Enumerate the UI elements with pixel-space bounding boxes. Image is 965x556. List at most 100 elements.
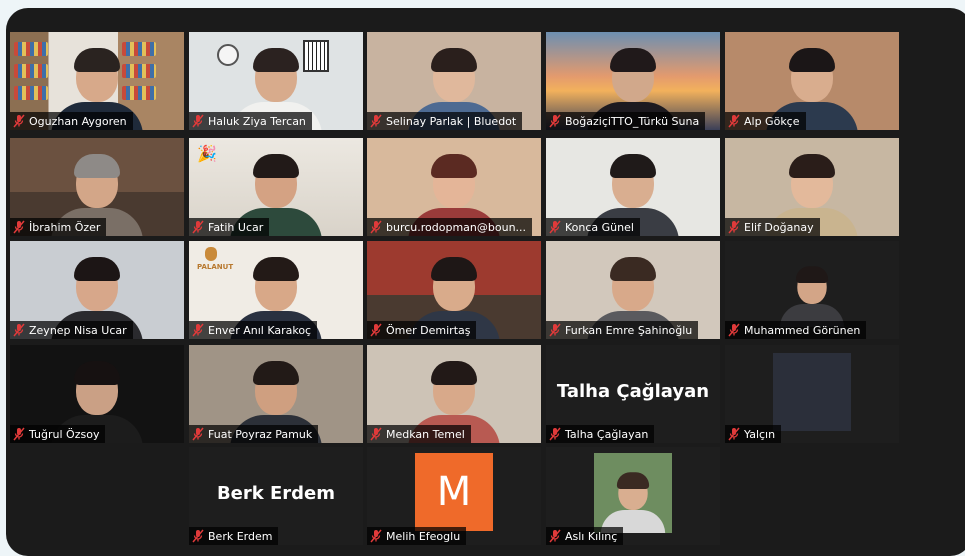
- participant-name-tag: Berk Erdem: [189, 527, 279, 545]
- participant-name-tag: Medkan Temel: [367, 425, 471, 443]
- participant-name: BoğaziçiTTO_Türkü Suna: [565, 114, 700, 128]
- participant-name-tag: Enver Anıl Karakoç: [189, 321, 318, 339]
- muted-mic-icon: [370, 427, 382, 441]
- muted-mic-icon: [370, 220, 382, 234]
- muted-mic-icon: [192, 220, 204, 234]
- participant-name-tag: Oguzhan Aygoren: [10, 112, 133, 130]
- muted-mic-icon: [192, 114, 204, 128]
- muted-mic-icon: [549, 220, 561, 234]
- participant-name: Fuat Poyraz Pamuk: [208, 427, 313, 441]
- participant-tile[interactable]: BoğaziçiTTO_Türkü Suna: [546, 32, 720, 130]
- participant-tile[interactable]: Furkan Emre Şahinoğlu: [546, 241, 720, 339]
- participant-name: Alp Gökçe: [744, 114, 800, 128]
- bookshelf: [14, 86, 48, 100]
- avatar: M: [415, 453, 493, 531]
- participant-name: Elif Doğanay: [744, 220, 814, 234]
- participant-tile[interactable]: Tuğrul Özsoy: [10, 345, 184, 443]
- participant-name: Yalçın: [744, 427, 776, 441]
- muted-mic-icon: [13, 427, 25, 441]
- participant-tile[interactable]: Talha Çağlayan Talha Çağlayan: [546, 345, 720, 443]
- participant-name-tag: Haluk Ziya Tercan: [189, 112, 312, 130]
- video-thumbnail: [594, 453, 672, 533]
- participant-name-tag: Furkan Emre Şahinoğlu: [546, 321, 699, 339]
- participant-name-tag: burcu.rodopman@boun...: [367, 218, 533, 236]
- muted-mic-icon: [728, 427, 740, 441]
- participant-tile[interactable]: Aslı Kılınç: [546, 447, 720, 545]
- participant-name: Muhammed Görünen: [744, 323, 861, 337]
- participant-tile[interactable]: Fuat Poyraz Pamuk: [189, 345, 363, 443]
- participant-name-tag: Fuat Poyraz Pamuk: [189, 425, 319, 443]
- participant-tile[interactable]: Haluk Ziya Tercan: [189, 32, 363, 130]
- participant-tile[interactable]: burcu.rodopman@boun...: [367, 138, 541, 236]
- muted-mic-icon: [549, 323, 561, 337]
- acorn-icon: [205, 247, 217, 261]
- muted-mic-icon: [549, 427, 561, 441]
- participant-name-tag: Selinay Parlak | Bluedot: [367, 112, 523, 130]
- participant-figure: [779, 266, 845, 327]
- participant-name: burcu.rodopman@boun...: [386, 220, 527, 234]
- video-thumbnail: [773, 353, 851, 431]
- muted-mic-icon: [192, 323, 204, 337]
- participant-name: Ömer Demirtaş: [386, 323, 471, 337]
- video-call-window: Oguzhan Aygoren Haluk Ziya Tercan Selinay …: [6, 8, 965, 556]
- participant-name-tag: Elif Doğanay: [725, 218, 820, 236]
- participant-tile[interactable]: Selinay Parlak | Bluedot: [367, 32, 541, 130]
- muted-mic-icon: [370, 114, 382, 128]
- participant-tile[interactable]: Ömer Demirtaş: [367, 241, 541, 339]
- participant-display-name: Talha Çağlayan: [556, 381, 710, 402]
- participant-tile[interactable]: 🎉 Fatih Ucar: [189, 138, 363, 236]
- participant-name-tag: Aslı Kılınç: [546, 527, 624, 545]
- party-popper-icon: 🎉: [197, 144, 217, 163]
- participant-name-tag: Yalçın: [725, 425, 782, 443]
- participant-name: Melih Efeoglu: [386, 529, 461, 543]
- muted-mic-icon: [728, 114, 740, 128]
- participant-tile[interactable]: Elif Doğanay: [725, 138, 899, 236]
- participant-name-tag: BoğaziçiTTO_Türkü Suna: [546, 112, 706, 130]
- participant-figure: [600, 472, 666, 533]
- participant-tile[interactable]: Oguzhan Aygoren: [10, 32, 184, 130]
- participant-tile[interactable]: Muhammed Görünen: [725, 241, 899, 339]
- muted-mic-icon: [549, 114, 561, 128]
- participant-name: Talha Çağlayan: [565, 427, 649, 441]
- participant-name-tag: Tuğrul Özsoy: [10, 425, 106, 443]
- muted-mic-icon: [13, 323, 25, 337]
- muted-mic-icon: [728, 220, 740, 234]
- participant-name: Konca Günel: [565, 220, 634, 234]
- participant-name: Tuğrul Özsoy: [29, 427, 100, 441]
- participant-tile[interactable]: Yalçın: [725, 345, 899, 443]
- participant-name: Aslı Kılınç: [565, 529, 618, 543]
- participant-tile[interactable]: Alp Gökçe: [725, 32, 899, 130]
- participant-name: Selinay Parlak | Bluedot: [386, 114, 517, 128]
- muted-mic-icon: [13, 114, 25, 128]
- bookshelf: [14, 42, 48, 56]
- participant-name-tag: Melih Efeoglu: [367, 527, 467, 545]
- muted-mic-icon: [192, 427, 204, 441]
- participant-name: Enver Anıl Karakoç: [208, 323, 312, 337]
- participant-tile[interactable]: Zeynep Nisa Ucar: [10, 241, 184, 339]
- participant-name-tag: Ömer Demirtaş: [367, 321, 477, 339]
- participant-name-tag: Talha Çağlayan: [546, 425, 655, 443]
- participant-name-tag: Alp Gökçe: [725, 112, 806, 130]
- participant-tile[interactable]: Berk Erdem Berk Erdem: [189, 447, 363, 545]
- participant-name-tag: Konca Günel: [546, 218, 640, 236]
- bookshelf: [14, 64, 48, 78]
- participant-tile[interactable]: Medkan Temel: [367, 345, 541, 443]
- participant-tile[interactable]: İbrahim Özer: [10, 138, 184, 236]
- muted-mic-icon: [192, 529, 204, 543]
- participant-name-tag: Zeynep Nisa Ucar: [10, 321, 133, 339]
- muted-mic-icon: [13, 220, 25, 234]
- participant-tile[interactable]: M Melih Efeoglu: [367, 447, 541, 545]
- muted-mic-icon: [370, 529, 382, 543]
- participant-name: Haluk Ziya Tercan: [208, 114, 306, 128]
- participant-name-tag: İbrahim Özer: [10, 218, 107, 236]
- participant-name-tag: Fatih Ucar: [189, 218, 270, 236]
- participant-display-name: Berk Erdem: [216, 483, 336, 504]
- participant-name: İbrahim Özer: [29, 220, 101, 234]
- participant-tile[interactable]: Konca Günel: [546, 138, 720, 236]
- participant-tile[interactable]: PALANUT Enver Anıl Karakoç: [189, 241, 363, 339]
- participant-name: Medkan Temel: [386, 427, 465, 441]
- participant-name: Zeynep Nisa Ucar: [29, 323, 127, 337]
- muted-mic-icon: [728, 323, 740, 337]
- company-logo: PALANUT: [197, 263, 234, 271]
- participant-name: Fatih Ucar: [208, 220, 264, 234]
